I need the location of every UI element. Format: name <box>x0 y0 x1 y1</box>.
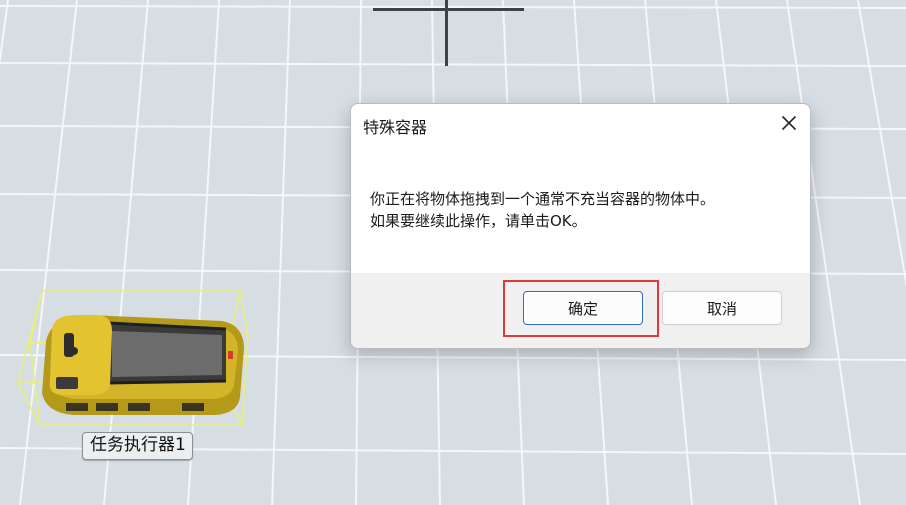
dialog-button-bar: 确定 取消 <box>351 273 810 348</box>
message-line-1: 你正在将物体拖拽到一个通常不充当容器的物体中。 <box>370 190 716 208</box>
ok-button[interactable]: 确定 <box>523 291 643 325</box>
3d-viewport[interactable]: 任务执行器1 特殊容器 你正在将物体拖拽到一个通常不充当容器的物体中。 如果要继… <box>0 0 906 505</box>
dialog-message: 你正在将物体拖拽到一个通常不充当容器的物体中。 如果要继续此操作，请单击OK。 <box>370 188 715 232</box>
dialog-title: 特殊容器 <box>363 118 428 137</box>
cancel-button[interactable]: 取消 <box>662 291 782 325</box>
close-icon <box>781 115 797 131</box>
object-name-label[interactable]: 任务执行器1 <box>82 432 193 460</box>
message-line-2: 如果要继续此操作，请单击OK。 <box>370 212 587 230</box>
close-button[interactable] <box>776 110 802 136</box>
origin-axis-horizontal <box>373 8 524 11</box>
special-container-dialog: 特殊容器 你正在将物体拖拽到一个通常不充当容器的物体中。 如果要继续此操作，请单… <box>350 103 811 349</box>
task-executor-agv-icon[interactable] <box>12 285 252 430</box>
